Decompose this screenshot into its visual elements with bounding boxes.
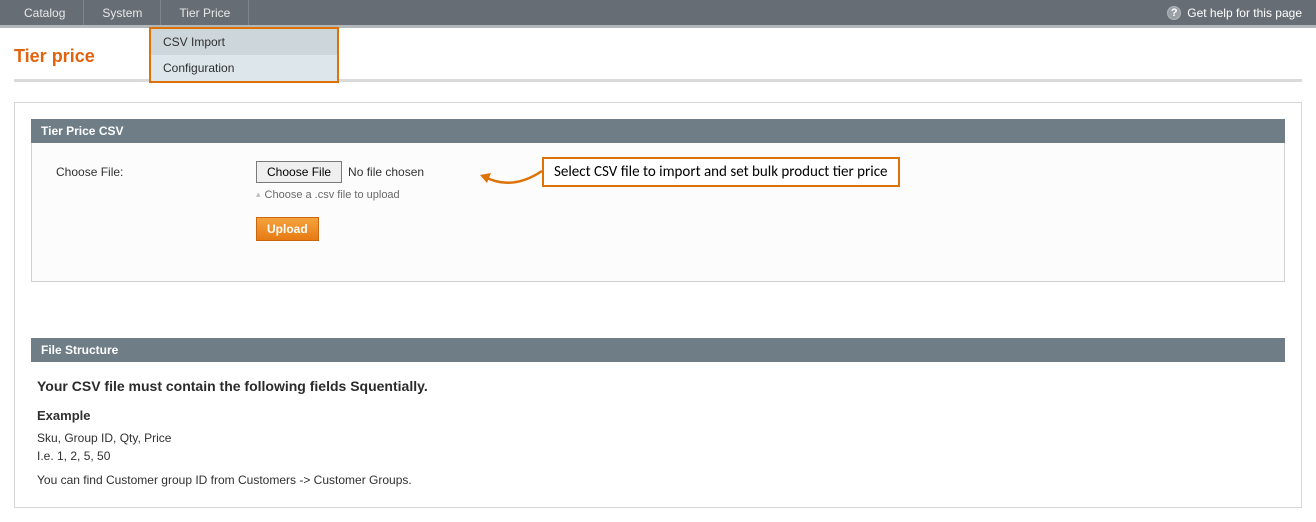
annotation-arrow-icon [477,167,547,193]
structure-note: You can find Customer group ID from Cust… [37,473,1279,487]
tier-price-csv-body: Choose File: Choose File No file chosen … [31,143,1285,282]
no-file-chosen-text: No file chosen [348,165,424,179]
choose-file-button[interactable]: Choose File [256,161,342,183]
file-structure-body: Your CSV file must contain the following… [31,362,1285,487]
help-link[interactable]: ? Get help for this page [1153,0,1316,25]
tier-price-submenu: CSV Import Configuration [149,27,339,83]
file-picker[interactable]: Choose File No file chosen [256,161,424,183]
file-structure-panel: File Structure Your CSV file must contai… [31,338,1285,487]
tier-price-csv-panel: Tier Price CSV Choose File: Choose File … [31,119,1285,282]
upload-button[interactable]: Upload [256,217,319,241]
tier-price-csv-head: Tier Price CSV [31,119,1285,143]
file-structure-head: File Structure [31,338,1285,362]
nav-left: Catalog System Tier Price [0,0,249,25]
choose-file-label: Choose File: [56,161,256,179]
choose-file-field: Choose File No file chosen Choose a .csv… [256,161,424,241]
annotation-text: Select CSV file to import and set bulk p… [542,157,900,187]
content-wrapper: Tier Price CSV Choose File: Choose File … [14,102,1302,508]
structure-line2: I.e. 1, 2, 5, 50 [37,449,1279,463]
structure-line1: Sku, Group ID, Qty, Price [37,431,1279,445]
structure-example-head: Example [37,408,1279,423]
top-nav: Catalog System Tier Price ? Get help for… [0,0,1316,28]
nav-catalog[interactable]: Catalog [0,0,84,25]
help-text: Get help for this page [1187,6,1302,20]
nav-tier-price[interactable]: Tier Price [161,0,249,25]
nav-system[interactable]: System [84,0,161,25]
submenu-configuration[interactable]: Configuration [151,55,337,81]
submenu-csv-import[interactable]: CSV Import [151,29,337,55]
structure-lead: Your CSV file must contain the following… [37,378,1279,394]
help-icon: ? [1167,6,1181,20]
choose-file-hint: Choose a .csv file to upload [256,189,424,201]
